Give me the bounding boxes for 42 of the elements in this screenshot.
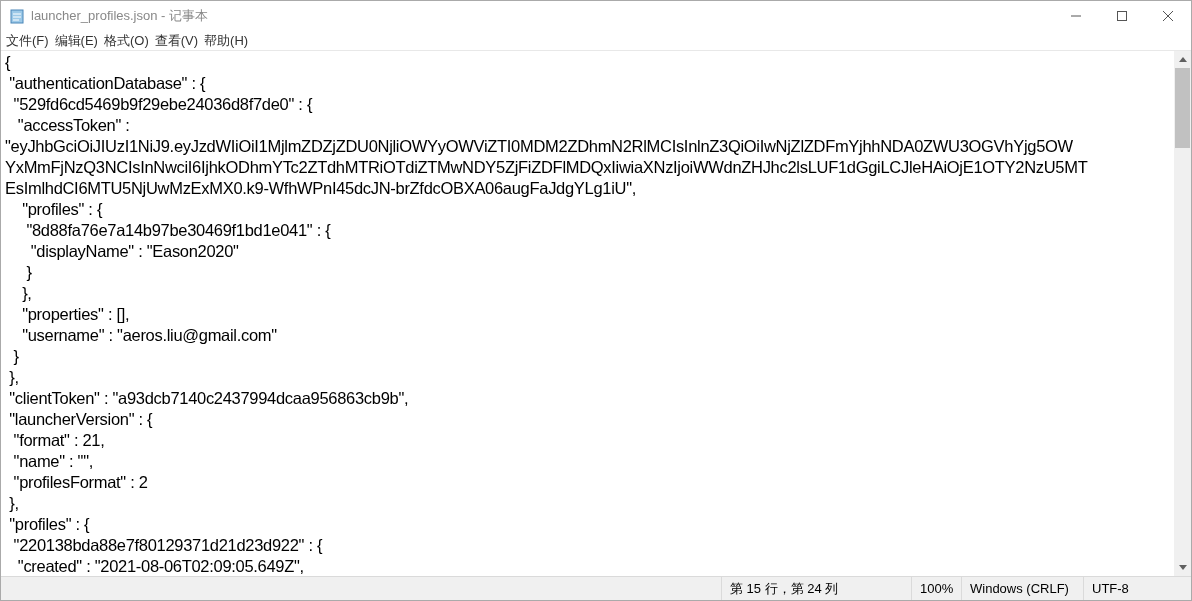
text-line: YxMmFjNzQ3NCIsInNwciI6IjhkODhmYTc2ZTdhMTRiOTdiZTMwNDY5ZjFiZDFlMDQxIiwiaXNzIjoiWWdnZHJhc2lsLUF1dGgiLCJleHAiOjE1OTY2NzU5MT [5, 157, 1088, 178]
text-line: "profilesFormat" : 2 [12, 472, 148, 493]
text-line: "accessToken" : [16, 115, 130, 136]
maximize-icon [1117, 11, 1127, 21]
text-line: "displayName" : "Eason2020" [29, 241, 239, 262]
line-ending: Windows (CRLF) [961, 577, 1083, 600]
text-line: EsImlhdCI6MTU5NjUwMzExMX0.k9-WfhWPnI45dcJN-brZfdcOBXA06augFaJdgYLg1iU", [5, 178, 636, 199]
text-line: "529fd6cd5469b9f29ebe24036d8f7de0" : { [12, 94, 313, 115]
text-line: }, [8, 367, 19, 388]
scrollbar-thumb[interactable] [1175, 68, 1190, 148]
menu-item[interactable]: 格式(O) [100, 30, 152, 51]
text-line: } [12, 346, 19, 367]
scroll-up-icon[interactable] [1178, 57, 1187, 62]
text-line: "authenticationDatabase" : { [8, 73, 206, 94]
text-line: "name" : "", [12, 451, 93, 472]
zoom-level: 100% [911, 577, 961, 600]
cursor-position: 第 15 行，第 24 列 [721, 577, 911, 600]
text-line: "format" : 21, [12, 430, 105, 451]
text-line: }, [8, 493, 19, 514]
text-line: "created" : "2021-08-06T02:09:05.649Z", [16, 556, 304, 576]
encoding: UTF-8 [1083, 577, 1191, 600]
text-line: "8d88fa76e7a14b97be30469f1bd1e041" : { [25, 220, 331, 241]
text-line: "properties" : [], [21, 304, 130, 325]
text-line: } [25, 262, 32, 283]
menu-item[interactable]: 帮助(H) [201, 30, 252, 51]
text-line: }, [21, 283, 32, 304]
text-line: "eyJhbGciOiJIUzI1NiJ9.eyJzdWIiOiI1MjlmZDZjZDU0NjliOWYyOWViZTI0MDM2ZDhmN2RlMCIsInlnZ3QiOiIwNjZlZDFmYjhhNDA0ZWU3OGVhYjg5OW [5, 136, 1073, 157]
text-line: "username" : "aeros.liu@gmail.com" [21, 325, 277, 346]
text-line: "clientToken" : "a93dcb7140c2437994dcaa956863cb9b", [8, 388, 409, 409]
text-line: "profiles" : { [8, 514, 90, 535]
menu-item[interactable]: 文件(F) [3, 30, 52, 51]
notepad-icon [9, 8, 25, 24]
close-icon [1163, 11, 1173, 21]
text-line: "220138bda88e7f80129371d21d23d922" : { [12, 535, 323, 556]
vertical-scrollbar[interactable] [1174, 51, 1191, 576]
scroll-down-icon[interactable] [1178, 565, 1187, 570]
text-line: { [5, 52, 11, 73]
menu-item[interactable]: 查看(V) [151, 30, 202, 51]
text-line: "launcherVersion" : { [8, 409, 153, 430]
text-line: "profiles" : { [21, 199, 103, 220]
menu-item[interactable]: 编辑(E) [51, 30, 101, 51]
window-title: launcher_profiles.json - 记事本 [31, 7, 209, 26]
